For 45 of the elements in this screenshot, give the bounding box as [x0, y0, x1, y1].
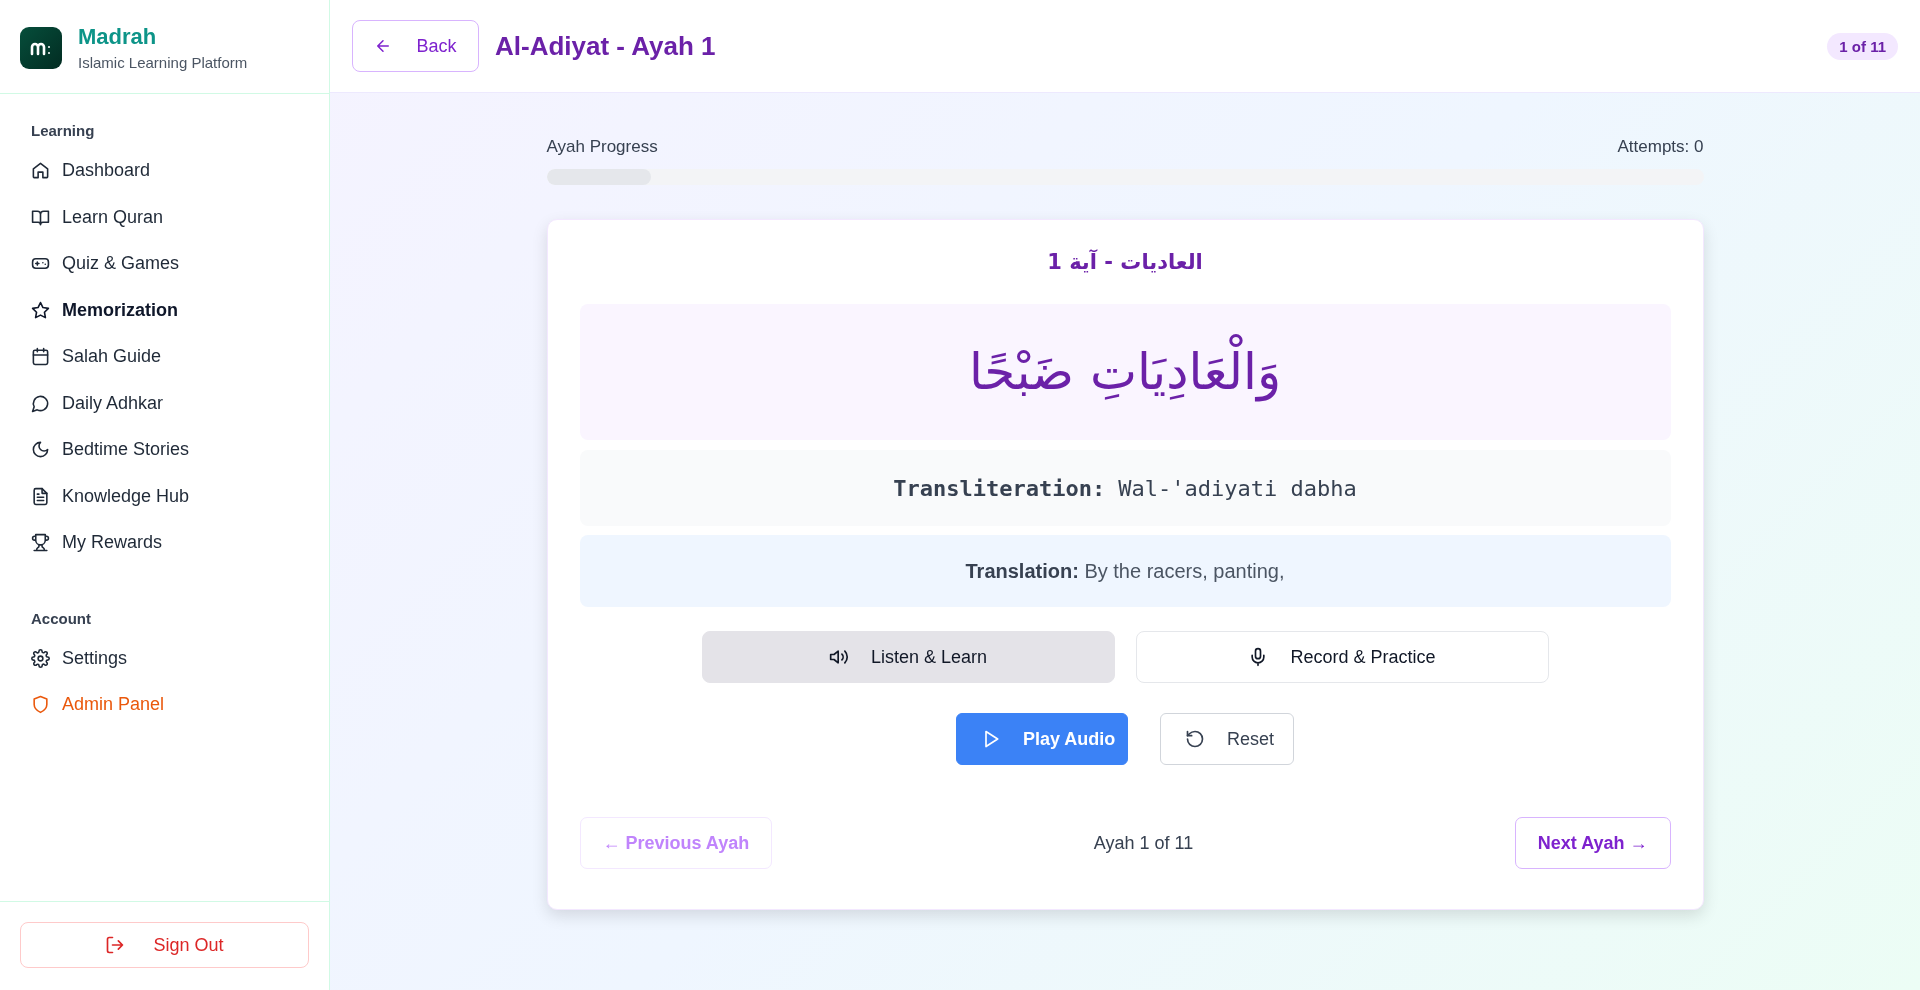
- settings-icon: [31, 648, 50, 668]
- play-audio-button[interactable]: Play Audio: [956, 713, 1128, 765]
- reset-icon: [1185, 729, 1205, 749]
- sign-out-icon: [105, 935, 126, 955]
- document-icon: [31, 486, 50, 506]
- book-icon: [31, 207, 50, 227]
- speaker-icon: [828, 647, 849, 667]
- page-title: Al-Adiyat - Ayah 1: [495, 30, 717, 62]
- ayah-heading: العاديات - آية 1: [1046, 250, 1204, 274]
- moon-icon: [31, 440, 50, 460]
- home-icon: [31, 161, 50, 181]
- next-ayah-button[interactable]: Next Ayah →: [1514, 817, 1671, 869]
- progress-label: Ayah Progress: [546, 137, 658, 157]
- arabic-verse: وَالْعَادِيَاتِ ضَبْحًا: [960, 324, 1290, 420]
- sidebar-item[interactable]: Bedtime Stories: [0, 426, 329, 473]
- sidebar-item[interactable]: Quiz & Games: [0, 240, 329, 287]
- shield-icon: [31, 695, 50, 715]
- trophy-icon: [31, 533, 50, 553]
- brand-name: Madrah: [78, 24, 158, 51]
- attempts-count: Attempts: 0: [1617, 137, 1704, 157]
- transliteration-text: Transliteration: Wal-'adiyati dabha: [893, 475, 1357, 501]
- sign-out-button[interactable]: Sign Out: [20, 922, 309, 968]
- ayah-position: Ayah 1 of 11: [1093, 832, 1194, 854]
- sidebar-item[interactable]: Settings: [0, 634, 329, 682]
- sidebar-item[interactable]: My Rewards: [0, 519, 329, 566]
- mode-tab[interactable]: Record & Practice: [1135, 631, 1549, 683]
- logo-icon: [20, 26, 62, 69]
- brand-tagline: Islamic Learning Platform: [78, 54, 248, 72]
- section-heading: Learning: [30, 121, 96, 142]
- sidebar-item[interactable]: Salah Guide: [0, 333, 329, 380]
- back-button[interactable]: Back: [352, 20, 479, 72]
- star-icon: [31, 300, 50, 320]
- section-heading: Account: [30, 608, 92, 629]
- sidebar-item[interactable]: Dashboard: [0, 147, 329, 194]
- mode-tab[interactable]: Listen & Learn: [701, 631, 1115, 683]
- ayah-count-badge: 1 of 11: [1827, 32, 1898, 60]
- chat-bubble-icon: [31, 393, 50, 413]
- calendar-icon: [31, 347, 50, 367]
- sidebar-item[interactable]: Knowledge Hub: [0, 472, 329, 520]
- translation-text: Translation: By the racers, panting,: [965, 559, 1285, 583]
- sidebar-item[interactable]: Memorization: [0, 286, 329, 334]
- sidebar-item[interactable]: Admin Panel: [0, 681, 329, 728]
- reset-button[interactable]: Reset: [1160, 713, 1294, 765]
- sidebar-item[interactable]: Learn Quran: [0, 193, 329, 241]
- sidebar-item[interactable]: Daily Adhkar: [0, 379, 329, 427]
